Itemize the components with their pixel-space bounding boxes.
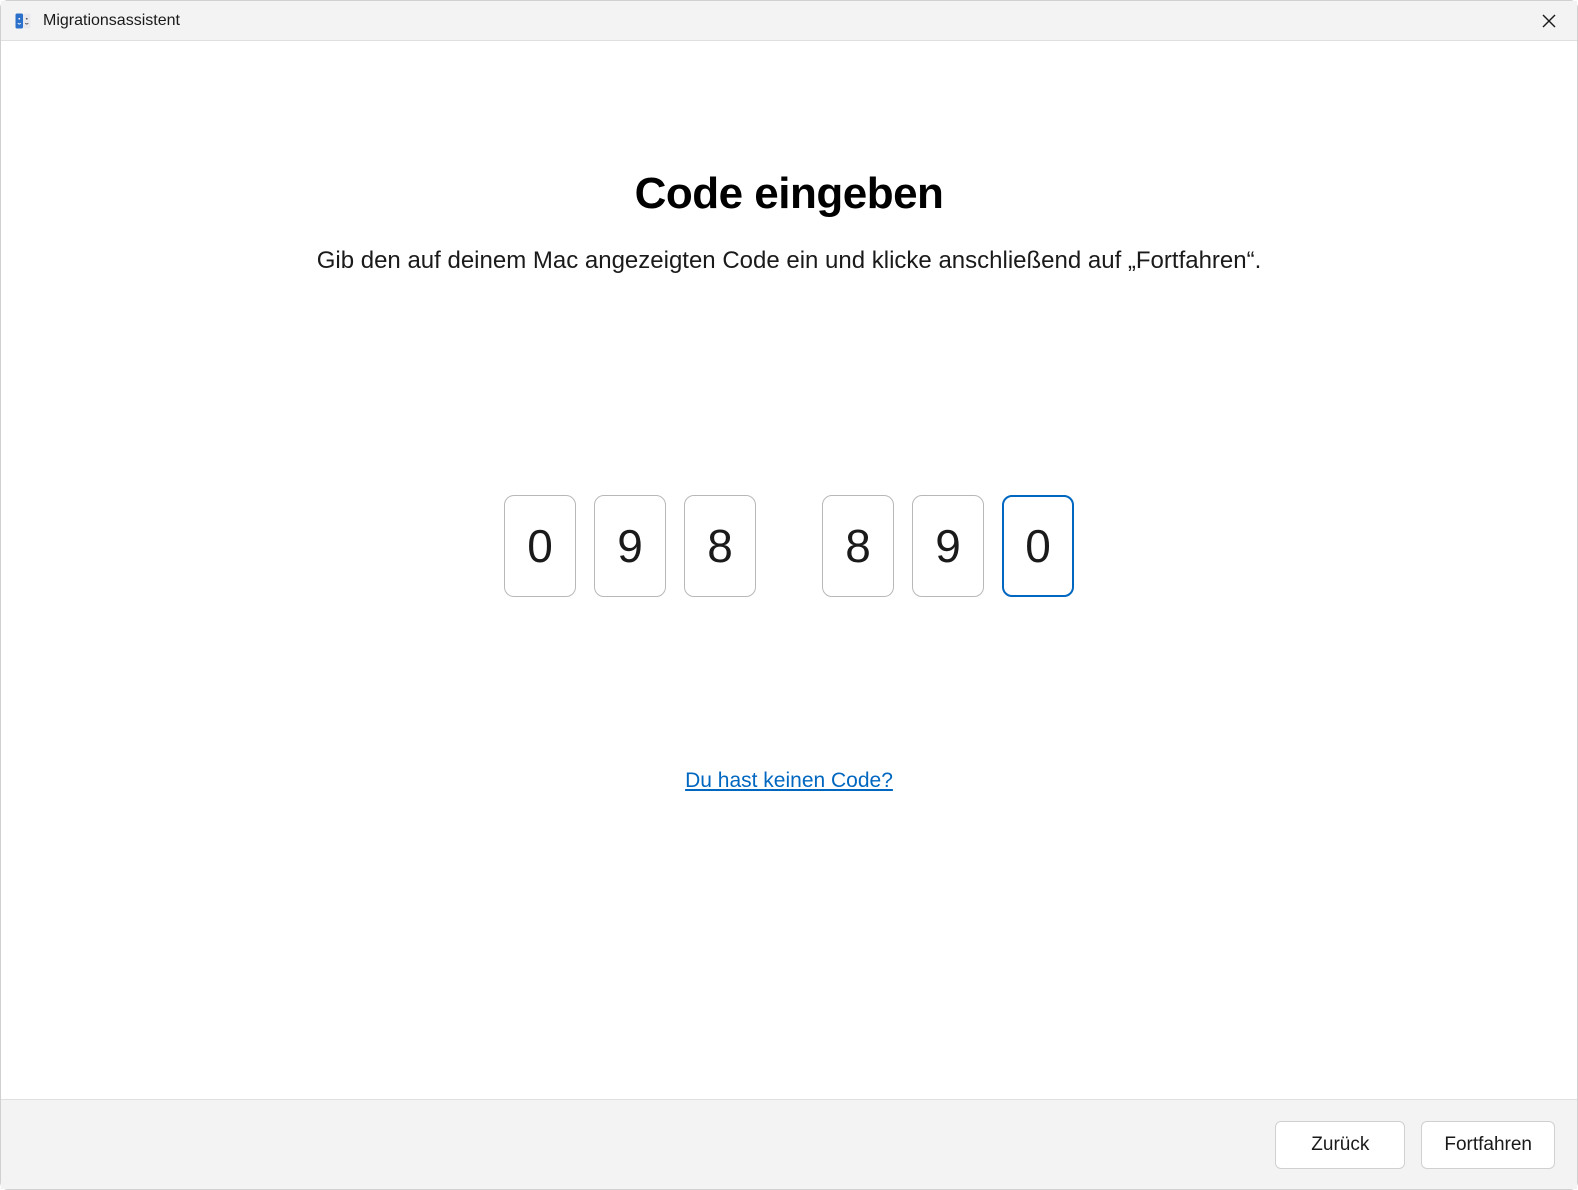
main-content: Code eingeben Gib den auf deinem Mac ang… xyxy=(1,41,1577,1099)
code-digit-1[interactable]: 0 xyxy=(504,495,576,597)
app-icon xyxy=(13,11,33,31)
close-icon xyxy=(1542,14,1556,28)
continue-button[interactable]: Fortfahren xyxy=(1421,1121,1555,1169)
back-button[interactable]: Zurück xyxy=(1275,1121,1405,1169)
code-group-1: 0 9 8 xyxy=(504,495,756,597)
code-group-2: 8 9 0 xyxy=(822,495,1074,597)
no-code-link[interactable]: Du hast keinen Code? xyxy=(685,769,893,793)
page-title: Code eingeben xyxy=(635,169,944,219)
app-title: Migrationsassistent xyxy=(43,12,180,30)
close-button[interactable] xyxy=(1533,5,1565,37)
code-digit-6[interactable]: 0 xyxy=(1002,495,1074,597)
code-input-row: 0 9 8 8 9 0 xyxy=(504,495,1074,597)
code-digit-4[interactable]: 8 xyxy=(822,495,894,597)
code-digit-5[interactable]: 9 xyxy=(912,495,984,597)
footer: Zurück Fortfahren xyxy=(1,1099,1577,1189)
code-digit-2[interactable]: 9 xyxy=(594,495,666,597)
code-digit-3[interactable]: 8 xyxy=(684,495,756,597)
page-subtitle: Gib den auf deinem Mac angezeigten Code … xyxy=(317,247,1262,275)
titlebar: Migrationsassistent xyxy=(1,1,1577,41)
